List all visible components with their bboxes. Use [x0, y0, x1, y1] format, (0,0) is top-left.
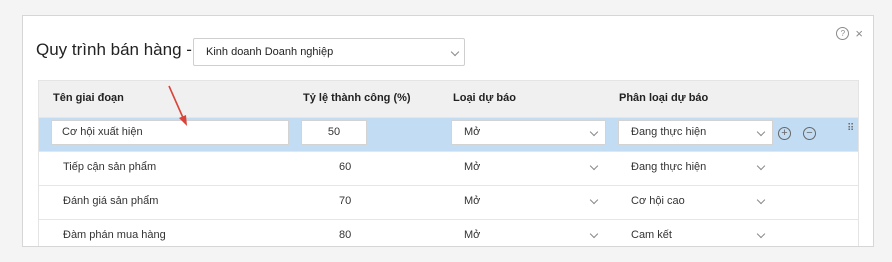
- stage-name: Đánh giá sản phẩm: [63, 195, 159, 207]
- chevron-down-icon[interactable]: [589, 161, 599, 171]
- table-row[interactable]: Đánh giá sản phẩm 70 Mở Cơ hội cao: [39, 185, 858, 219]
- table-row[interactable]: Tiếp cận sản phẩm 60 Mở Đang thực hiện: [39, 151, 858, 185]
- column-header-forecast-category: Phân loại dự báo: [619, 92, 709, 104]
- success-rate: 60: [339, 161, 352, 173]
- help-icon[interactable]: ?: [836, 27, 850, 40]
- success-rate: 80: [339, 229, 352, 241]
- chevron-down-icon: [589, 127, 599, 137]
- forecast-type-select[interactable]: Mở: [451, 120, 606, 145]
- forecast-type-value: Mở: [464, 126, 481, 138]
- chevron-down-icon: [450, 47, 460, 57]
- chevron-down-icon[interactable]: [756, 161, 766, 171]
- success-rate-input[interactable]: 50: [301, 120, 367, 145]
- forecast-type-value: Mở: [464, 195, 481, 207]
- forecast-type-value: Mở: [464, 229, 481, 241]
- process-select[interactable]: Kinh doanh Doanh nghiệp: [193, 38, 465, 66]
- drag-handle-icon[interactable]: ⠿: [847, 124, 855, 134]
- add-row-icon[interactable]: +: [778, 127, 791, 140]
- sales-process-dialog: ? × Quy trình bán hàng - Kinh doanh Doan…: [22, 15, 874, 247]
- chevron-down-icon: [756, 127, 766, 137]
- column-header-stage: Tên giai đoạn: [53, 92, 124, 104]
- forecast-category-value: Đang thực hiện: [631, 126, 707, 138]
- column-header-rate: Tỷ lệ thành công (%): [303, 92, 411, 104]
- process-select-value: Kinh doanh Doanh nghiệp: [206, 46, 334, 58]
- dialog-title: Quy trình bán hàng -: [36, 40, 192, 59]
- stage-name: Đàm phán mua hàng: [63, 229, 166, 241]
- remove-row-icon[interactable]: −: [803, 127, 816, 140]
- dialog-controls: ? ×: [836, 27, 863, 40]
- table-row[interactable]: Đàm phán mua hàng 80 Mở Cam kết: [39, 219, 858, 246]
- column-header-forecast-type: Loại dự báo: [453, 92, 516, 104]
- forecast-category-value: Cam kết: [631, 229, 672, 241]
- chevron-down-icon[interactable]: [756, 195, 766, 205]
- forecast-category-value: Cơ hội cao: [631, 195, 685, 207]
- stage-name: Tiếp cận sản phẩm: [63, 161, 157, 173]
- forecast-type-value: Mở: [464, 161, 481, 173]
- chevron-down-icon[interactable]: [589, 195, 599, 205]
- close-icon[interactable]: ×: [855, 27, 863, 40]
- forecast-category-value: Đang thực hiện: [631, 161, 707, 173]
- chevron-down-icon[interactable]: [589, 229, 599, 239]
- forecast-category-select[interactable]: Đang thực hiện: [618, 120, 773, 145]
- chevron-down-icon[interactable]: [756, 229, 766, 239]
- annotation-arrow-icon: [168, 85, 187, 126]
- success-rate: 70: [339, 195, 352, 207]
